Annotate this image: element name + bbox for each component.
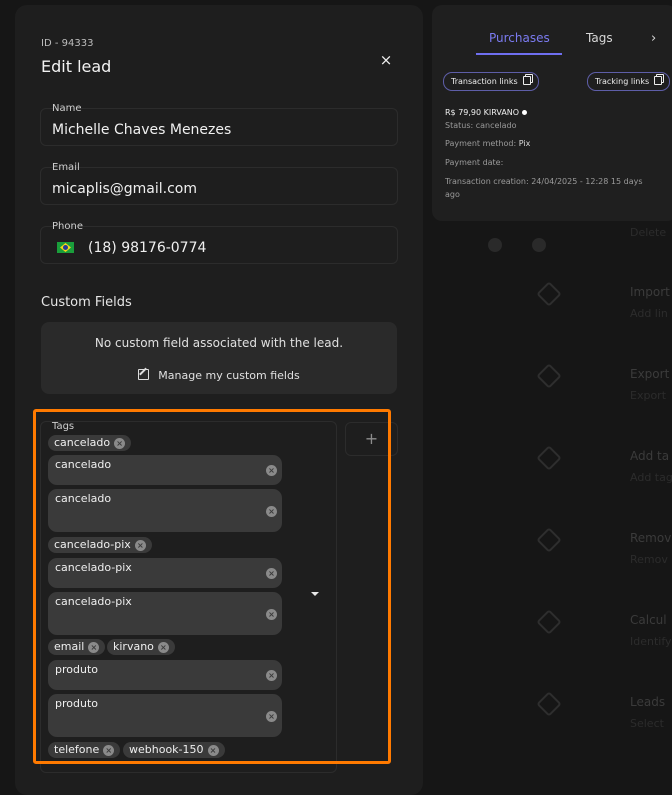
payment-method: Payment method: Pix <box>445 139 531 148</box>
bg-action-row: Add ta Add tag <box>432 445 672 529</box>
close-icon[interactable]: × <box>375 49 397 71</box>
tags-multiselect[interactable]: Tags cancelado × cancelado × cancelado × ca… <box>40 421 337 773</box>
bg-row-subtitle: Export <box>630 389 667 402</box>
custom-fields-empty-text: No custom field associated with the lead… <box>94 336 344 350</box>
transaction-creation-cont: ago <box>445 190 460 199</box>
remove-tag-icon[interactable]: × <box>207 745 219 756</box>
add-tag-button[interactable]: + <box>345 422 398 456</box>
bg-action-row: Leads Select <box>432 691 672 775</box>
tag-chip[interactable]: webhook-150 × <box>123 742 225 758</box>
bg-row-title: Leads <box>630 695 666 709</box>
email-field[interactable]: Email micaplis@gmail.com <box>40 162 398 205</box>
purchase-header: R$ 79,90 KIRVANO <box>445 108 528 117</box>
email-value: micaplis@gmail.com <box>52 181 197 197</box>
remove-tag-icon[interactable]: × <box>103 745 115 756</box>
tracking-links-button[interactable]: Tracking links <box>587 72 671 91</box>
tag-chip[interactable]: cancelado-pix × <box>48 537 152 553</box>
tag-icon <box>536 527 562 553</box>
manage-custom-fields-link[interactable]: Manage my custom fields <box>41 369 397 382</box>
purchases-panel: Purchases Tags › Transaction links Track… <box>432 5 672 221</box>
bg-row-subtitle: Remov <box>630 553 668 566</box>
copy-icon <box>522 76 531 85</box>
tag-icon <box>536 691 562 717</box>
remove-tag-icon[interactable]: × <box>266 711 277 722</box>
custom-fields-box: No custom field associated with the lead… <box>41 322 397 394</box>
tab-tags[interactable]: Tags <box>586 31 613 45</box>
remove-tag-icon[interactable]: × <box>88 642 100 653</box>
bg-row-title: Add ta <box>630 449 670 463</box>
remove-tag-icon[interactable]: × <box>157 642 169 653</box>
payment-date: Payment date: <box>445 158 504 167</box>
bg-row-subtitle: Delete <box>630 226 667 239</box>
tag-icon <box>536 363 562 389</box>
tag-chip[interactable]: cancelado × <box>48 435 132 451</box>
name-label: Name <box>52 103 82 114</box>
transaction-creation: Transaction creation: 24/04/2025 - 12:28… <box>445 177 643 186</box>
bg-action-row: Calcul Identify <box>432 609 672 693</box>
bg-action-row: Remov Remov <box>432 527 672 611</box>
bg-row-title: Remov <box>630 531 672 545</box>
dropdown-arrow-icon[interactable] <box>311 592 319 596</box>
tag-icon <box>536 281 562 307</box>
purchase-status: Status: cancelado <box>445 121 517 130</box>
bg-row-title: Export <box>630 367 670 381</box>
lead-id: ID - 94333 <box>41 38 94 49</box>
tag-option[interactable]: cancelado × <box>48 489 282 532</box>
phone-value: (18) 98176-0774 <box>88 240 207 256</box>
bg-row-title: Import <box>630 285 670 299</box>
tag-chip[interactable]: kirvano × <box>107 639 175 655</box>
custom-fields-title: Custom Fields <box>41 295 132 310</box>
status-dot-icon <box>522 110 528 115</box>
remove-tag-icon[interactable]: × <box>266 568 277 579</box>
transaction-links-button[interactable]: Transaction links <box>443 72 539 91</box>
bg-row-subtitle: Select <box>630 717 664 730</box>
manage-custom-fields-label: Manage my custom fields <box>158 369 300 382</box>
bg-row-subtitle: Add tag <box>630 471 672 484</box>
tag-chip[interactable]: email × <box>48 639 106 655</box>
tag-option[interactable]: produto × <box>48 694 282 737</box>
phone-field[interactable]: Phone (18) 98176-0774 <box>40 221 398 264</box>
chevron-right-icon[interactable]: › <box>651 31 656 46</box>
tag-option[interactable]: produto × <box>48 660 282 690</box>
tag-option[interactable]: cancelado × <box>48 455 282 485</box>
remove-tag-icon[interactable]: × <box>114 438 126 449</box>
tag-icon <box>536 609 562 635</box>
remove-tag-icon[interactable]: × <box>266 465 277 476</box>
edit-lead-modal: ID - 94333 Edit lead × Name Michelle Cha… <box>15 5 423 795</box>
remove-tag-icon[interactable]: × <box>134 540 146 551</box>
modal-title: Edit lead <box>41 57 112 76</box>
tag-chip[interactable]: telefone × <box>48 742 121 758</box>
brazil-flag-icon[interactable] <box>57 242 74 253</box>
bg-row-subtitle: Identify <box>630 635 672 648</box>
bg-action-row: Export Export <box>432 363 672 447</box>
name-field[interactable]: Name Michelle Chaves Menezes <box>40 103 398 146</box>
email-label: Email <box>52 162 80 173</box>
name-value: Michelle Chaves Menezes <box>52 122 232 138</box>
tag-icon <box>536 445 562 471</box>
tab-purchases[interactable]: Purchases <box>489 31 550 45</box>
edit-icon <box>138 369 150 380</box>
bg-row-subtitle: Add lin <box>630 307 668 320</box>
remove-tag-icon[interactable]: × <box>266 506 277 517</box>
copy-icon <box>654 76 663 85</box>
remove-tag-icon[interactable]: × <box>266 609 277 620</box>
phone-value-wrap: (18) 98176-0774 <box>52 240 206 256</box>
remove-tag-icon[interactable]: × <box>266 670 277 681</box>
tag-option[interactable]: cancelado-pix × <box>48 592 282 635</box>
bg-action-row: Import Add lin <box>432 281 672 365</box>
active-tab-indicator <box>476 53 562 55</box>
phone-label: Phone <box>52 221 83 232</box>
bg-row-title: Calcul <box>630 613 667 627</box>
tags-label: Tags <box>52 421 75 432</box>
tag-option[interactable]: cancelado-pix × <box>48 558 282 588</box>
